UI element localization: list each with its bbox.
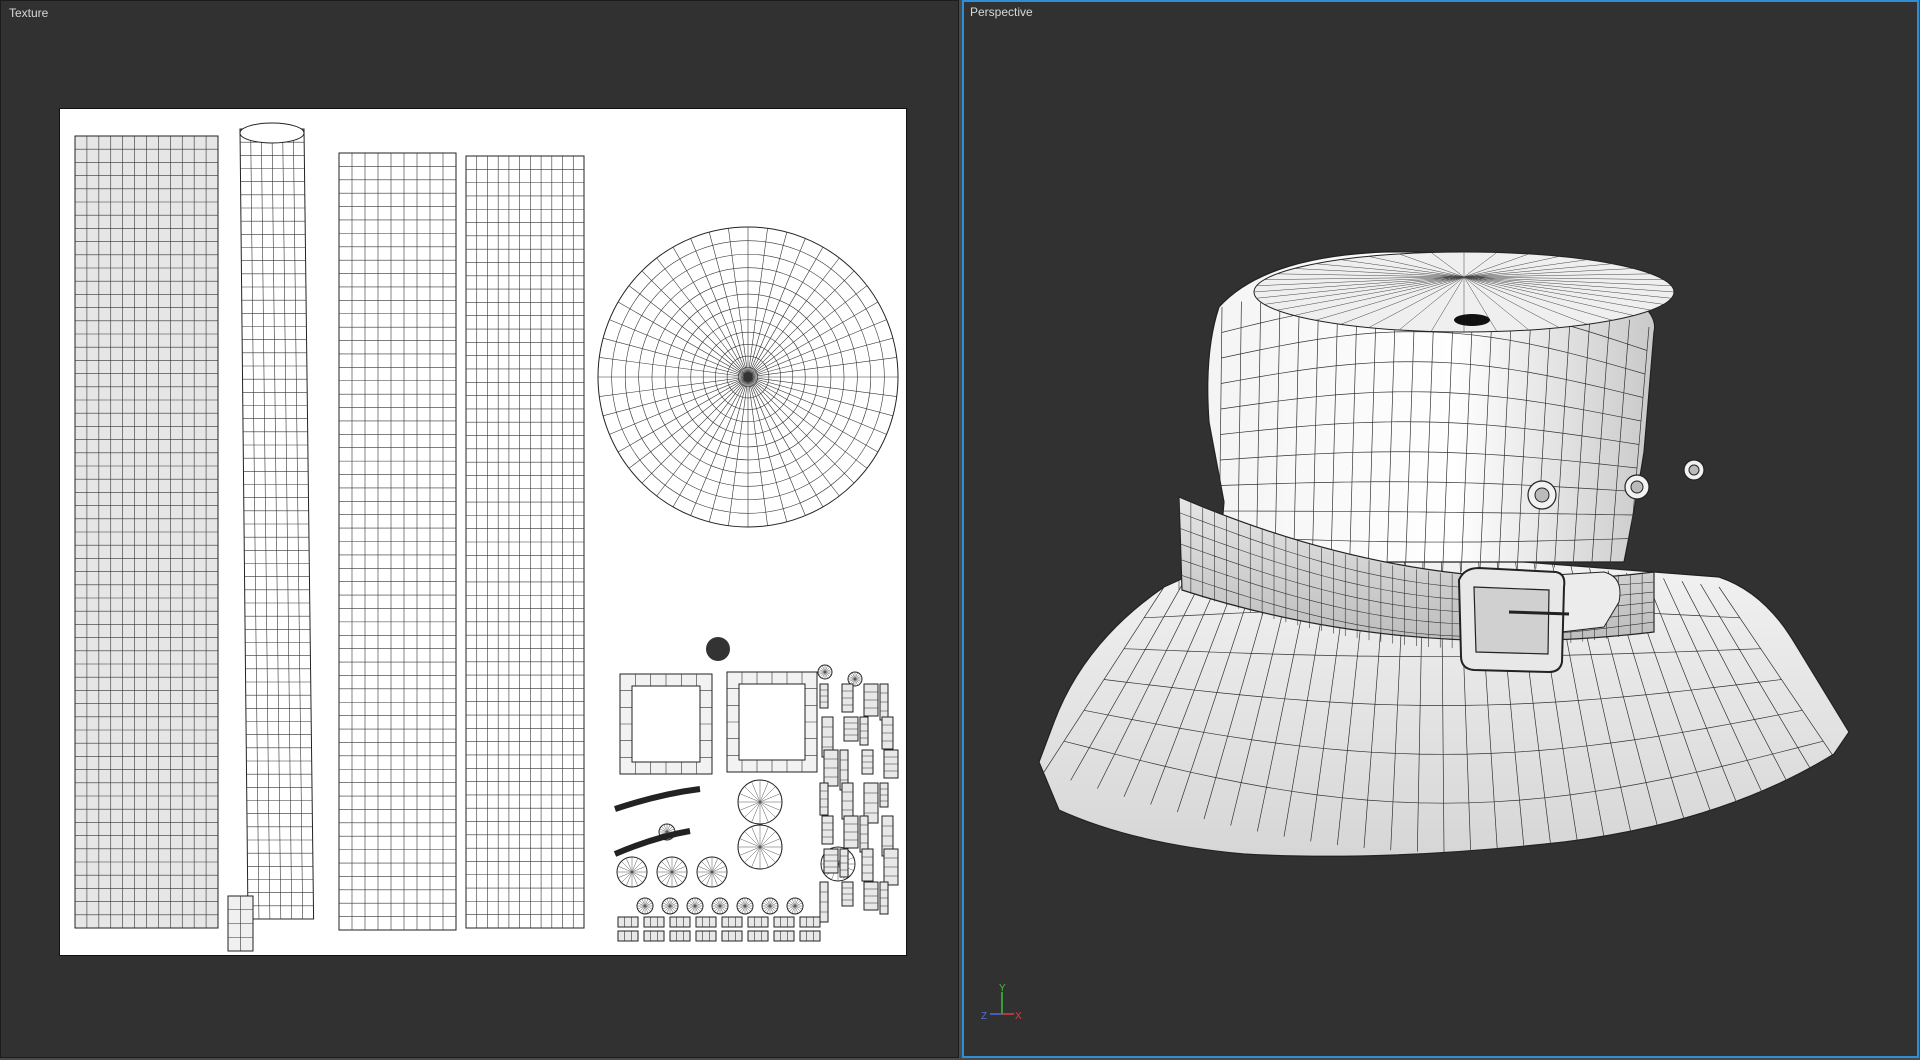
viewport-label-perspective[interactable]: Perspective [970,5,1033,19]
hat-wireframe-model[interactable] [964,2,1917,1056]
axis-label-x: X [1015,1011,1022,1022]
uv-strip-band-mid [338,152,457,931]
hat-crown [1207,251,1675,573]
uv-small-parts-cluster [613,664,899,942]
uv-strip-band-right [465,155,585,929]
texture-viewport[interactable]: Texture [0,0,959,1058]
uv-texture-sheet[interactable] [59,108,907,956]
uv-strip-band-left [74,135,219,929]
uv-strip-ribbon [239,122,315,920]
uv-small-patch [227,895,254,952]
axis-gizmo-icon: Y X Z [981,983,1022,1022]
perspective-viewport[interactable]: Perspective Y X Z [962,0,1919,1058]
hat-buckle [1457,566,1570,674]
uv-layout-canvas[interactable] [60,109,906,955]
uv-crown-disc [597,226,899,528]
viewport-label-texture[interactable]: Texture [9,6,48,20]
axis-label-y: Y [999,983,1006,994]
axis-label-z: Z [981,1011,987,1022]
uv-button-dot [706,637,730,661]
